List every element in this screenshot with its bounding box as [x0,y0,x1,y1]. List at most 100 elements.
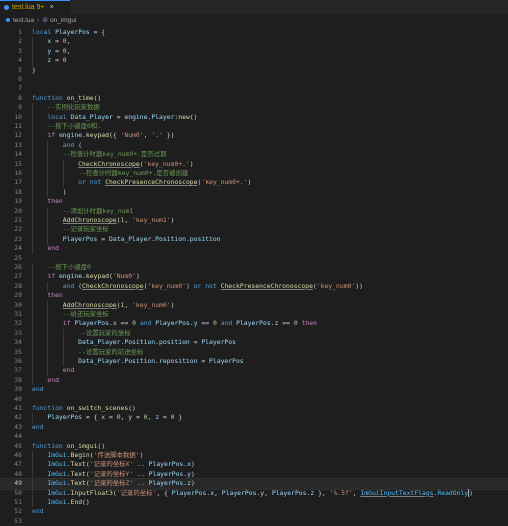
code-line[interactable]: 5} [0,66,508,75]
code-token: , [66,46,71,55]
indent-guide [32,291,33,301]
code-line[interactable]: 36 Data_Player.Position.reposition = Pla… [0,357,508,367]
code-line[interactable]: 1 local PlayerPos = { [0,28,508,37]
code-line[interactable]: 53 [0,517,508,526]
code-token: .. [137,460,149,469]
breadcrumb-function[interactable]: on_imgui [50,17,76,24]
code-text: CheckChronoscope('key_num0+.') [32,159,194,169]
close-icon[interactable]: × [50,4,54,11]
line-number: 15 [14,159,22,168]
code-line[interactable]: 44 [0,432,508,441]
code-token: --添加计时器key_num1 [62,206,134,215]
code-token: End [70,498,83,506]
indent-guide [32,206,33,216]
code-text: --给还玩家坐标 [32,310,109,319]
code-line[interactable]: 27 if engine.keypad('Num0') [0,272,508,282]
code-text: --实例化玩家数据 [32,103,99,112]
code-line[interactable]: 41 function on_switch_scenes() [0,404,508,413]
code-token: Text [70,460,86,469]
code-line[interactable]: 19 then [0,197,508,207]
line-number: 36 [14,357,22,365]
code-line[interactable]: 40 [0,395,508,404]
code-line[interactable]: 33 --设置玩家的坐标 [0,328,508,339]
breadcrumb-file[interactable]: test.lua [13,17,34,24]
code-line[interactable]: 30 AddChronoscope(1, 'key_num0') [0,300,508,310]
code-line[interactable]: 21 AddChronoscope(1, 'key_num1') [0,216,508,226]
code-line[interactable]: 6 [0,75,508,84]
code-line[interactable]: 11 --按下小键盘0和. [0,122,508,132]
code-line[interactable]: 22 --记录玩家坐标 [0,225,508,235]
code-line[interactable]: 15 CheckChronoscope('key_num0+.') [0,159,508,169]
code-line[interactable]: 35 --设置玩家的前进坐标 [0,347,508,357]
code-line[interactable]: 46 ImGui.Begin('传送脚本数据') [0,451,508,461]
code-line[interactable]: 39 end [0,385,508,394]
code-text: then [32,291,62,300]
code-token: 'key_num0' [147,281,186,290]
code-line[interactable]: 43 end [0,423,508,432]
code-line[interactable]: 48 ImGui.Text('记录的坐标Y' .. PlayerPos.y) [0,469,508,480]
code-line[interactable]: 7 [0,84,508,93]
code-token: PlayerPos [221,488,257,497]
code-line[interactable]: 28 and (CheckChronoscope('key_num0') or … [0,281,508,292]
code-token: --按下小键盘0和. [47,122,102,130]
line-number: 50 [14,488,22,497]
code-line[interactable]: 3 y = 0, [0,46,508,57]
code-line[interactable]: 13 and ( [0,140,508,151]
code-line[interactable]: 38 end [0,375,508,386]
indent-guide [47,300,49,310]
code-line[interactable]: 37 end [0,366,508,376]
code-line[interactable]: 20 --添加计时器key_num1 [0,206,508,216]
code-token: --按下小键盘0 [47,263,91,271]
code-line[interactable]: 29 then [0,291,508,301]
code-token: ) [247,178,252,187]
line-number: 1 [18,28,22,36]
code-token: PlayerPos [201,338,236,347]
code-line[interactable]: 17 or not CheckPresenceChronoscope('key_… [0,178,508,188]
code-line[interactable]: 23 PlayerPos = Data_Player.Position.posi… [0,234,508,245]
code-line[interactable]: 34 Data_Player.Position.position = Playe… [0,338,508,348]
code-line[interactable]: 26 --按下小键盘0 [0,263,508,273]
code-line[interactable]: 25 [0,254,508,263]
code-editor[interactable]: 1 local PlayerPos = {2 x = 0, 3 y = 0, 4 z … [0,28,508,525]
code-token: on_imgui [66,441,98,450]
code-line[interactable]: 4 z = 0 [0,56,508,66]
code-line[interactable]: 42 PlayerPos = { x = 0, y = 0, z = 0 } [0,413,508,423]
indent-guide [47,357,49,367]
code-token: ImGui [47,451,67,459]
code-line[interactable]: 24 end [0,244,508,254]
line-number: 4 [18,56,22,65]
code-line[interactable]: 18 ) [0,187,508,198]
code-line[interactable]: 32 if PlayerPos.x == 0 and PlayerPos.y =… [0,319,508,329]
code-token: ) [189,159,194,168]
code-token: ImGuiInputTextFlags [360,488,434,497]
code-token: 'key_num1' [132,216,171,224]
code-line[interactable]: 12 if engine.keypad({ 'Num0', '.' }) [0,131,508,141]
line-number: 22 [14,225,22,234]
code-token: 'Num0' [112,272,136,281]
code-line[interactable]: 10 local Data_Player = engine.Player:new… [0,112,508,122]
code-line[interactable]: 8 function on_time() [0,94,508,103]
code-line[interactable]: 31 --给还玩家坐标 [0,310,508,320]
code-line[interactable]: 51 ImGui.End() [0,498,508,508]
indent-guide [32,488,33,498]
code-token: 0 [62,56,67,65]
indent-guide [47,310,49,320]
tab-test-lua[interactable]: test.lua 9+ × [0,0,70,14]
code-line[interactable]: 50 ImGui.InputFloat3('记录的坐标', { PlayerPo… [0,488,508,498]
code-line[interactable]: 52 end [0,507,508,516]
code-line[interactable]: 47 ImGui.Text('记录的坐标X' .. PlayerPos.x) [0,460,508,470]
line-number: 34 [14,338,22,347]
code-line[interactable]: 49 ImGui.Text('记录的坐标Z' .. PlayerPos.z) [0,478,508,490]
code-line[interactable]: 9 --实例化玩家数据 [0,103,508,113]
code-line[interactable]: 16 --检查计时器key_num0+.是否被创建 [0,169,508,179]
code-line[interactable]: 2 x = 0, [0,37,508,47]
code-text: ImGui.InputFloat3('记录的坐标', { PlayerPos.x… [32,488,474,498]
code-line[interactable]: 45 function on_imgui() [0,442,508,451]
code-token: PlayerPos [148,469,184,478]
code-line[interactable]: 14 --检查计时器key_num0+.是否过期 [0,150,508,160]
